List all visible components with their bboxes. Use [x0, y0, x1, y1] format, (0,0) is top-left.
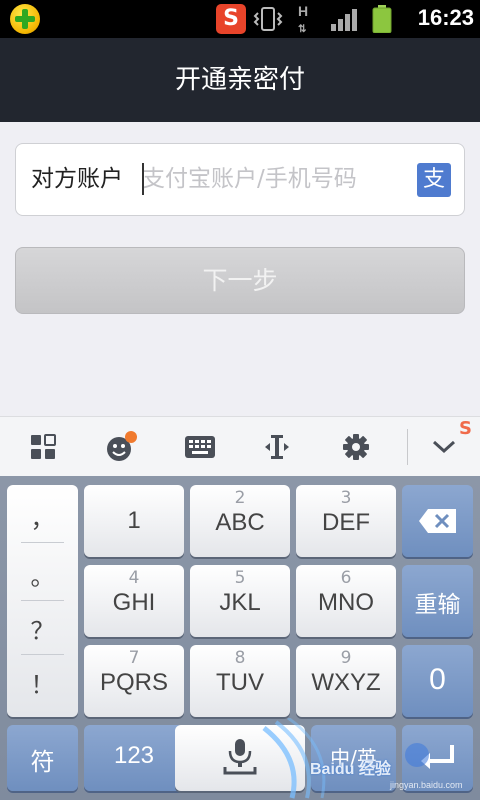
page-title: 开通亲密付: [174, 65, 305, 95]
key-label: GHI: [112, 589, 156, 616]
numbers-key[interactable]: 123: [84, 725, 184, 791]
signal-icon: [331, 9, 357, 31]
watermark-url: jingyan.baidu.com: [390, 780, 463, 790]
emoji-icon: [107, 431, 137, 461]
cursor-move-icon: [265, 435, 289, 459]
key-number: 7: [128, 648, 140, 668]
collapse-icon: [432, 440, 456, 454]
emoji-button[interactable]: [91, 417, 151, 477]
account-input[interactable]: [142, 158, 410, 200]
grid-menu-button[interactable]: [13, 417, 73, 477]
grid-menu-icon: [31, 434, 56, 459]
settings-button[interactable]: [326, 417, 386, 477]
sogou-logo-icon: S: [459, 418, 472, 439]
toolbar-divider: [407, 429, 408, 465]
space-key[interactable]: [175, 725, 305, 791]
key-label: JKL: [219, 589, 261, 616]
punct-question[interactable]: ？: [7, 603, 78, 659]
divider: [21, 542, 64, 543]
watermark-text: Baidu 经验: [310, 761, 391, 778]
sogou-badge-text: S: [223, 6, 239, 31]
key-3-def[interactable]: 3 DEF: [296, 485, 396, 557]
contacts-button[interactable]: 支: [417, 163, 451, 197]
key-0[interactable]: 0: [402, 645, 473, 717]
key-label: 0: [429, 663, 446, 696]
key-label: MNO: [318, 589, 374, 616]
text-caret: [142, 163, 144, 195]
network-h-icon: H ⇅: [298, 3, 309, 35]
symbols-key[interactable]: 符: [7, 725, 78, 791]
reenter-key[interactable]: 重输: [402, 565, 473, 637]
backspace-icon: [418, 509, 456, 533]
key-2-abc[interactable]: 2 ABC: [190, 485, 290, 557]
key-label: 123: [113, 742, 155, 769]
app-plus-icon: [10, 4, 40, 34]
key-label: WXYZ: [311, 669, 381, 696]
clock: 16:23: [417, 5, 474, 30]
battery-icon: [372, 5, 392, 33]
key-number: 4: [128, 568, 140, 588]
microphone-icon: [223, 739, 257, 775]
punct-exclaim[interactable]: ！: [7, 657, 78, 713]
keyboard-icon: [185, 436, 215, 458]
key-9-wxyz[interactable]: 9 WXYZ: [296, 645, 396, 717]
next-button[interactable]: 下一步: [15, 247, 465, 314]
key-7-pqrs[interactable]: 7 PQRS: [84, 645, 184, 717]
punctuation-list[interactable]: ， 。 ？ ！: [7, 485, 78, 717]
key-number: 6: [340, 568, 352, 588]
key-label: PQRS: [99, 669, 168, 696]
punct-comma[interactable]: ，: [7, 491, 78, 547]
keyboard-switch-button[interactable]: [170, 417, 230, 477]
key-label: 重输: [414, 592, 461, 618]
account-label: 对方账户: [31, 166, 123, 192]
network-type-text: H: [298, 3, 309, 19]
key-5-jkl[interactable]: 5 JKL: [190, 565, 290, 637]
status-bar: S H ⇅ 16:23: [0, 0, 480, 38]
key-label: DEF: [322, 509, 370, 536]
sogou-input-icon: S: [216, 4, 246, 34]
key-8-tuv[interactable]: 8 TUV: [190, 645, 290, 717]
key-label: ABC: [215, 509, 265, 536]
divider: [21, 600, 64, 601]
key-4-ghi[interactable]: 4 GHI: [84, 565, 184, 637]
key-label: 符: [30, 748, 55, 776]
key-1[interactable]: 1: [84, 485, 184, 557]
key-number: 9: [340, 648, 352, 668]
alipay-contact-icon: 支: [422, 167, 445, 192]
punct-period[interactable]: 。: [7, 549, 78, 605]
key-6-mno[interactable]: 6 MNO: [296, 565, 396, 637]
title-bar: 开通亲密付: [0, 38, 480, 122]
account-field[interactable]: 对方账户 支: [15, 143, 465, 216]
key-number: 3: [340, 488, 352, 508]
key-label: 1: [127, 507, 141, 534]
key-number: 5: [234, 568, 246, 588]
key-label: TUV: [216, 669, 264, 696]
key-number: 8: [234, 648, 246, 668]
key-number: 2: [234, 488, 246, 508]
keyboard-toolbar: [0, 416, 480, 476]
enter-icon: [420, 745, 454, 769]
settings-icon: [343, 434, 369, 460]
vibrate-icon: [253, 7, 283, 31]
cursor-move-button[interactable]: [247, 417, 307, 477]
backspace-key[interactable]: [402, 485, 473, 557]
divider: [21, 654, 64, 655]
